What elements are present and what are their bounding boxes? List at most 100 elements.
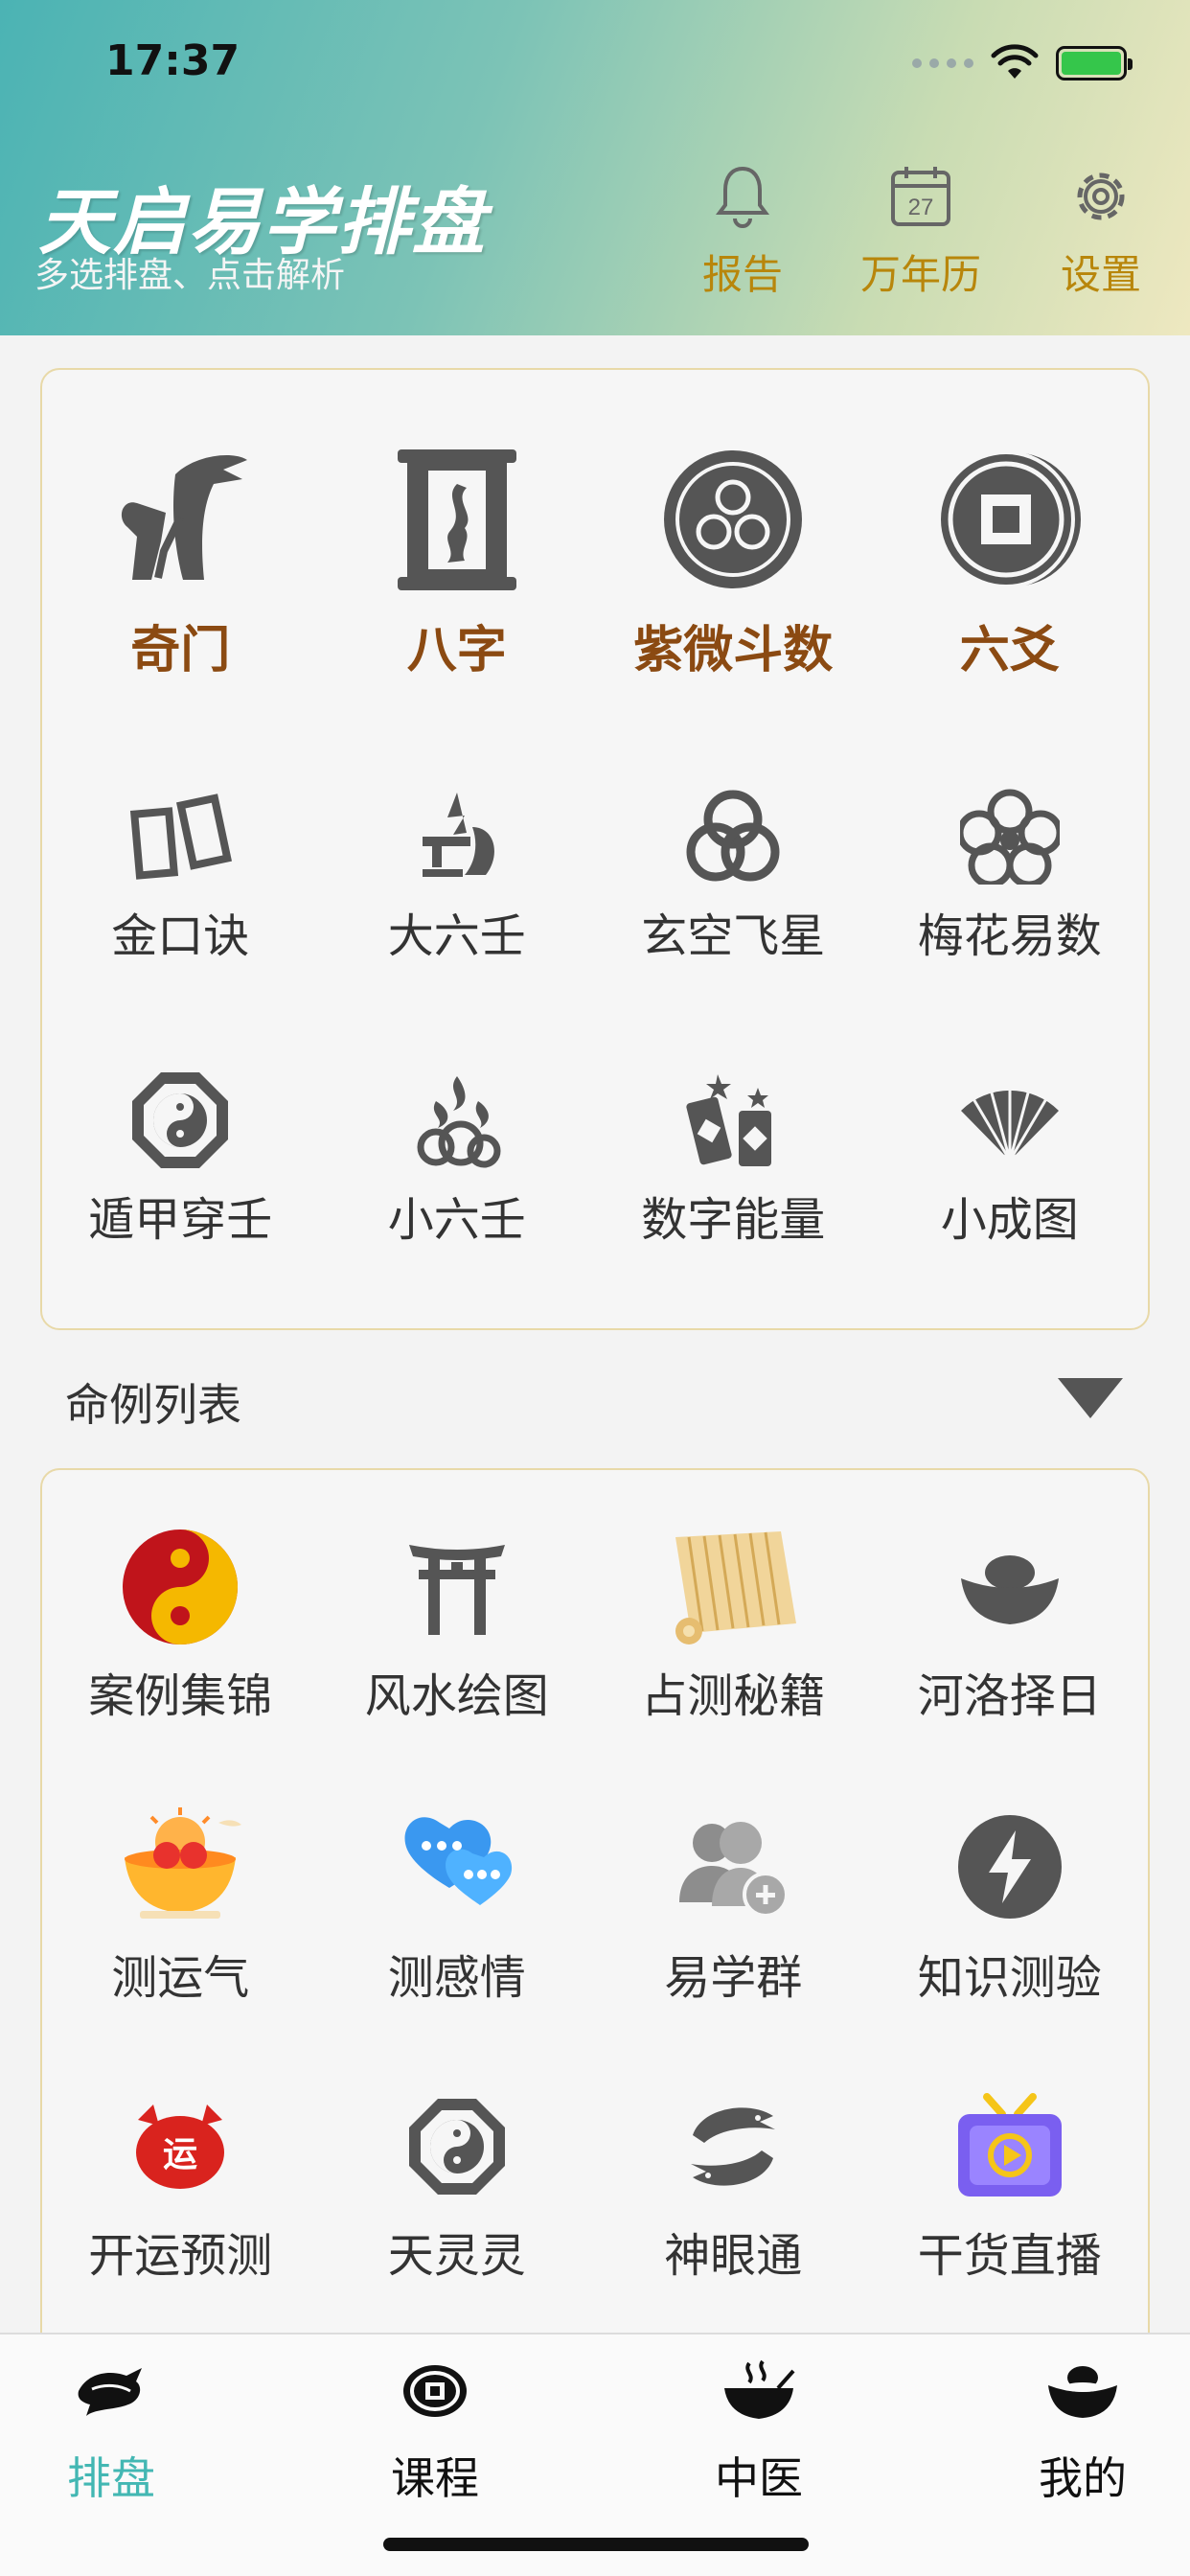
triple-spiral-disc-icon [664, 450, 803, 588]
yin-yang-icon [123, 1530, 239, 1644]
scroll-fish-icon [397, 448, 516, 590]
tianlingling-tile[interactable]: 天灵灵 [319, 2089, 596, 2285]
qimen-tile[interactable]: 奇门 [42, 443, 319, 681]
wifi-icon [991, 44, 1039, 79]
qimen-figure-icon [122, 454, 248, 580]
interlocked-rings-icon [686, 790, 780, 882]
fortune-predict-tile[interactable]: 运 开运预测 [42, 2089, 319, 2285]
quiz-tile[interactable]: 知识测验 [872, 1807, 1149, 2007]
xiaoliuren-label: 小六壬 [387, 1193, 526, 1247]
tools-panel: 案例集锦 风水绘图 占测秘籍 河洛择日 测运气 测感情 易学群 知识测验 运 开… [40, 1468, 1150, 2350]
divination-row-1: 奇门 八字 紫微斗数 六爻 [42, 370, 1148, 681]
tab-paipan-label: 排盘 [67, 2452, 155, 2504]
xiaochengtu-tile[interactable]: 小成图 [872, 1072, 1149, 1249]
gear-icon [1077, 172, 1125, 220]
meihua-label: 梅花易数 [917, 909, 1102, 963]
bamboo-scroll-icon [675, 1531, 797, 1644]
calendar-icon: 27 [891, 167, 950, 226]
daliuren-tile[interactable]: 大六壬 [319, 789, 596, 965]
dragon-icon [78, 2368, 142, 2416]
fengshui-draw-label: 风水绘图 [364, 1669, 549, 1723]
bagua-icon [132, 1072, 229, 1168]
love-test-label: 测感情 [387, 1951, 526, 2005]
case-list-title: 命例列表 [65, 1379, 241, 1431]
tab-courses[interactable]: 课程 [339, 2348, 531, 2507]
herb-bowl-icon [724, 2359, 795, 2419]
tab-mine-label: 我的 [1039, 2452, 1127, 2504]
tab-tcm-label: 中医 [715, 2452, 803, 2504]
yixue-group-tile[interactable]: 易学群 [595, 1807, 872, 2007]
case-collection-tile[interactable]: 案例集锦 [42, 1530, 319, 1725]
live-stream-tile[interactable]: 干货直播 [872, 2089, 1149, 2285]
qimen-label: 奇门 [130, 622, 231, 679]
xiaoliuren-tile[interactable]: 小六壬 [319, 1072, 596, 1249]
flame-cloud-icon [417, 1076, 501, 1168]
ziwei-tile[interactable]: 紫微斗数 [595, 443, 872, 681]
dunjia-tile[interactable]: 遁甲穿壬 [42, 1072, 319, 1249]
divination-row-3: 遁甲穿壬 小六壬 数字能量 小成图 [42, 965, 1148, 1249]
secret-book-label: 占测秘籍 [641, 1669, 826, 1723]
folding-fan-icon [960, 1082, 1059, 1162]
fengshui-draw-tile[interactable]: 风水绘图 [319, 1530, 596, 1725]
liuyao-tile[interactable]: 六爻 [872, 443, 1149, 681]
xuankong-tile[interactable]: 玄空飞星 [595, 789, 872, 965]
xuankong-label: 玄空飞星 [641, 909, 826, 963]
bagua-icon [408, 2099, 505, 2195]
add-group-icon [679, 1822, 790, 1918]
heluo-date-label: 河洛择日 [917, 1669, 1102, 1723]
tianlingling-label: 天灵灵 [387, 2229, 526, 2283]
settings-button[interactable]: 设置 [1019, 158, 1182, 301]
luck-test-tile[interactable]: 测运气 [42, 1807, 319, 2007]
ziwei-label: 紫微斗数 [633, 622, 834, 679]
love-test-tile[interactable]: 测感情 [319, 1807, 596, 2007]
fortune-badge-text: 运 [163, 2135, 197, 2174]
lightning-icon [957, 1815, 1062, 1919]
gold-ingot-icon [960, 1555, 1059, 1624]
meihua-tile[interactable]: 梅花易数 [872, 789, 1149, 965]
liuyao-label: 六爻 [959, 622, 1060, 679]
status-time: 17:37 [105, 36, 240, 85]
bazi-label: 八字 [406, 622, 507, 679]
jinkoujue-label: 金口诀 [111, 909, 250, 963]
bell-icon [716, 166, 769, 228]
number-energy-tile[interactable]: 数字能量 [595, 1072, 872, 1249]
fortune-badge-icon: 运 [136, 2104, 225, 2189]
secret-book-tile[interactable]: 占测秘籍 [595, 1530, 872, 1725]
jinkoujue-tile[interactable]: 金口诀 [42, 789, 319, 965]
calendar-button[interactable]: 27 万年历 [839, 158, 1002, 301]
bazi-tile[interactable]: 八字 [319, 443, 596, 681]
plum-blossom-icon [959, 789, 1060, 885]
coin-icon [403, 2365, 467, 2417]
tab-courses-label: 课程 [391, 2452, 479, 2504]
shenyantong-tile[interactable]: 神眼通 [595, 2089, 872, 2285]
calendar-day: 27 [908, 195, 934, 220]
app-header: 17:37 天启易学排盘 多选排盘、点击解析 报告 27 万年历 设置 [0, 0, 1190, 335]
daliuren-label: 大六壬 [387, 909, 526, 963]
torii-gate-icon [408, 1545, 505, 1635]
report-label: 报告 [701, 251, 783, 298]
report-button[interactable]: 报告 [661, 158, 824, 301]
figure-bowl-icon [422, 793, 494, 877]
square-hole-coin-icon [936, 450, 1081, 588]
quiz-label: 知识测验 [917, 1951, 1102, 2005]
twin-fish-icon [691, 2107, 776, 2186]
calendar-label: 万年历 [859, 251, 981, 298]
luck-test-label: 测运气 [111, 1951, 250, 2005]
yixue-group-label: 易学群 [664, 1951, 803, 2005]
tools-row-1: 案例集锦 风水绘图 占测秘籍 河洛择日 [42, 1470, 1148, 1725]
dunjia-label: 遁甲穿壬 [88, 1193, 273, 1247]
heluo-date-tile[interactable]: 河洛择日 [872, 1530, 1149, 1725]
tab-paipan[interactable]: 排盘 [15, 2348, 207, 2507]
tab-tcm[interactable]: 中医 [663, 2348, 855, 2507]
chevron-down-icon[interactable] [1058, 1378, 1123, 1418]
app-subtitle: 多选排盘、点击解析 [34, 256, 346, 295]
tv-play-icon [957, 2093, 1062, 2196]
tab-mine[interactable]: 我的 [987, 2348, 1179, 2507]
divination-panel: 奇门 八字 紫微斗数 六爻 金口诀 大六壬 玄空飞星 梅花易数 遁甲穿壬 小六壬… [40, 368, 1150, 1330]
battery-icon [1056, 46, 1133, 80]
live-stream-label: 干货直播 [917, 2229, 1102, 2283]
divination-row-2: 金口诀 大六壬 玄空飞星 梅花易数 [42, 681, 1148, 965]
xiaochengtu-label: 小成图 [940, 1193, 1079, 1247]
treasure-bowl-icon [125, 1807, 242, 1919]
fortune-predict-label: 开运预测 [88, 2229, 273, 2283]
